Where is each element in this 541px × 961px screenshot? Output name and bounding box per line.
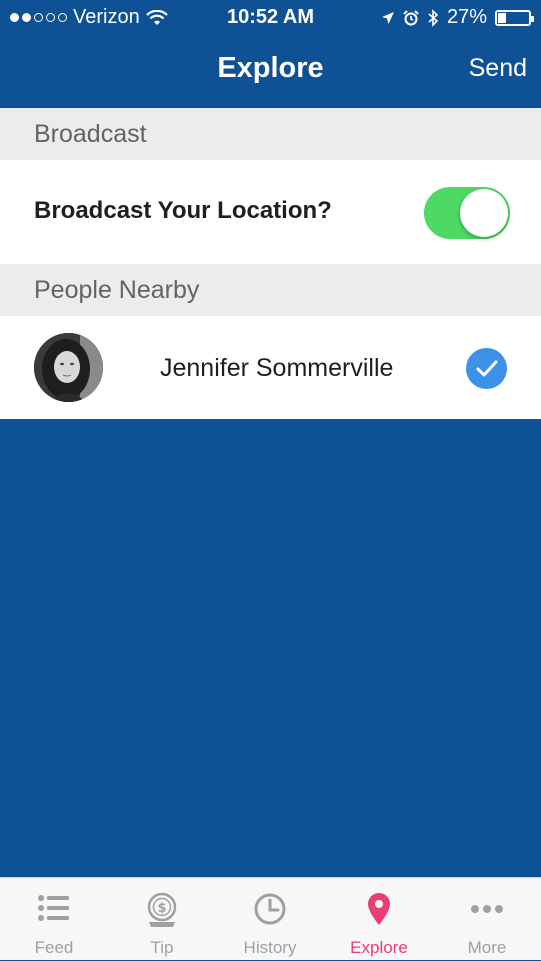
tab-feed[interactable]: Feed bbox=[0, 878, 108, 961]
person-row[interactable]: Jennifer Sommerville bbox=[0, 316, 541, 419]
tab-history[interactable]: History bbox=[216, 878, 324, 961]
tab-tip[interactable]: $ Tip bbox=[108, 878, 216, 961]
tab-label: More bbox=[467, 938, 507, 957]
tab-explore[interactable]: Explore bbox=[325, 878, 433, 961]
tab-label: Explore bbox=[350, 938, 408, 957]
tab-label: Feed bbox=[34, 938, 74, 957]
clock-icon bbox=[216, 892, 324, 928]
broadcast-location-toggle[interactable] bbox=[424, 187, 510, 239]
battery-fill bbox=[498, 12, 506, 23]
tab-more[interactable]: More bbox=[433, 878, 541, 961]
alarm-icon bbox=[403, 9, 419, 25]
location-arrow-icon bbox=[381, 11, 394, 24]
tab-bar: Feed $ Tip History Explore More bbox=[0, 877, 541, 960]
page-title: Explore bbox=[217, 52, 324, 84]
toggle-knob bbox=[460, 189, 508, 237]
selected-checkmark-icon[interactable] bbox=[466, 348, 507, 389]
checkmark-icon bbox=[476, 360, 498, 377]
more-dots-icon bbox=[433, 892, 541, 928]
battery-percent: 27% bbox=[446, 6, 487, 28]
broadcast-location-label: Broadcast Your Location? bbox=[34, 197, 332, 224]
section-header-label: Broadcast bbox=[34, 120, 147, 148]
list-icon bbox=[0, 892, 108, 928]
section-header-label: People Nearby bbox=[34, 276, 200, 304]
navigation-bar: Explore Send bbox=[0, 36, 541, 108]
status-bar: Verizon 10:52 AM 27% bbox=[0, 0, 541, 36]
avatar bbox=[34, 333, 103, 402]
send-button[interactable]: Send bbox=[469, 54, 527, 83]
battery-icon bbox=[495, 9, 534, 26]
tab-label: History bbox=[243, 938, 297, 957]
section-header-broadcast: Broadcast bbox=[0, 108, 541, 160]
person-photo bbox=[34, 333, 103, 402]
dollar-coin-icon: $ bbox=[108, 892, 216, 928]
broadcast-location-row: Broadcast Your Location? bbox=[0, 160, 541, 264]
section-header-people-nearby: People Nearby bbox=[0, 264, 541, 316]
status-right: 27% bbox=[381, 6, 534, 29]
svg-text:$: $ bbox=[157, 901, 166, 916]
tab-label: Tip bbox=[150, 938, 174, 957]
location-pin-icon bbox=[325, 892, 433, 928]
person-name: Jennifer Sommerville bbox=[160, 354, 394, 382]
bluetooth-icon bbox=[428, 8, 439, 27]
